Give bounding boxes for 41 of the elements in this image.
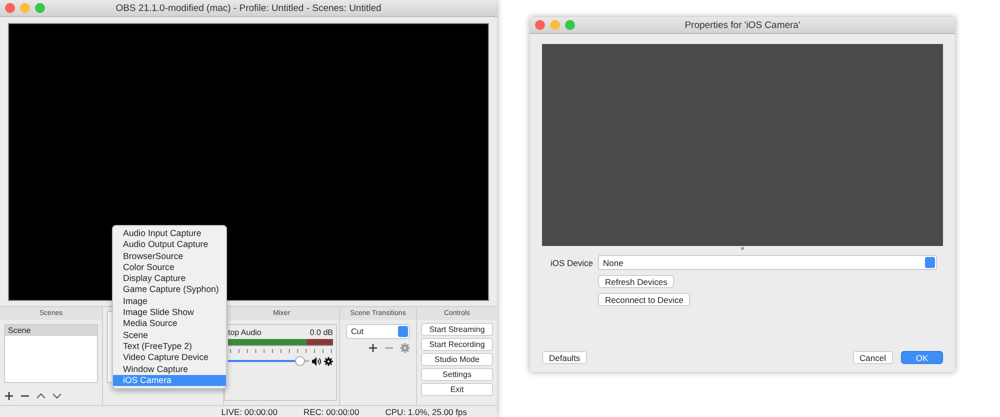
menu-item[interactable]: Game Capture (Syphon) <box>113 284 226 296</box>
menu-item[interactable]: Window Capture <box>113 364 226 375</box>
down-icon[interactable] <box>52 391 62 401</box>
action-button[interactable]: Reconnect to Device <box>598 293 690 306</box>
gear-icon[interactable] <box>324 356 333 366</box>
close-icon[interactable] <box>5 3 15 13</box>
add-icon[interactable] <box>4 391 14 401</box>
channel-name: top Audio <box>228 328 262 337</box>
transition-dropdown[interactable]: Cut <box>346 324 410 339</box>
close-icon[interactable] <box>535 20 545 30</box>
menu-item[interactable]: Media Source <box>113 318 226 330</box>
cpu-stats: CPU: 1.0%, 25.00 fps <box>385 406 467 416</box>
volume-reading: 0.0 dB <box>310 328 333 337</box>
menu-item[interactable]: Image Slide Show <box>113 307 226 318</box>
speaker-icon[interactable] <box>312 356 321 366</box>
defaults-button[interactable]: Defaults <box>542 351 588 364</box>
menu-item[interactable]: Color Source <box>113 262 226 274</box>
add-icon[interactable] <box>368 343 378 353</box>
control-button[interactable]: Start Streaming <box>421 323 493 336</box>
field-label: iOS Device <box>549 258 594 268</box>
control-button[interactable]: Settings <box>421 368 493 381</box>
menu-item[interactable]: Video Capture Device <box>113 352 226 364</box>
control-button[interactable]: Exit <box>421 383 493 396</box>
cancel-button[interactable]: Cancel <box>852 351 893 364</box>
up-icon[interactable] <box>36 391 46 401</box>
menu-item[interactable]: Display Capture <box>113 273 226 284</box>
control-button[interactable]: Studio Mode <box>421 353 493 366</box>
action-button[interactable]: Refresh Devices <box>598 275 674 288</box>
menu-item[interactable]: Image <box>113 296 226 308</box>
control-button[interactable]: Start Recording <box>421 338 493 351</box>
window-title: Properties for 'iOS Camera' <box>684 20 802 30</box>
scene-item[interactable]: Scene <box>5 325 97 336</box>
rec-time: REC: 00:00:00 <box>303 406 360 416</box>
live-time: LIVE: 00:00:00 <box>221 406 278 416</box>
device-dropdown[interactable]: None <box>598 255 937 270</box>
menu-item[interactable]: Text (FreeType 2) <box>113 340 226 352</box>
menu-item[interactable]: BrowserSource <box>113 250 226 262</box>
menu-item[interactable]: Audio Input Capture <box>113 228 226 240</box>
menu-item[interactable]: Scene <box>113 330 226 341</box>
window-title: OBS 21.1.0-modified (mac) - Profile: Untitled - Scenes: Untitled <box>114 2 382 14</box>
menu-item[interactable]: Audio Output Capture <box>113 239 226 251</box>
